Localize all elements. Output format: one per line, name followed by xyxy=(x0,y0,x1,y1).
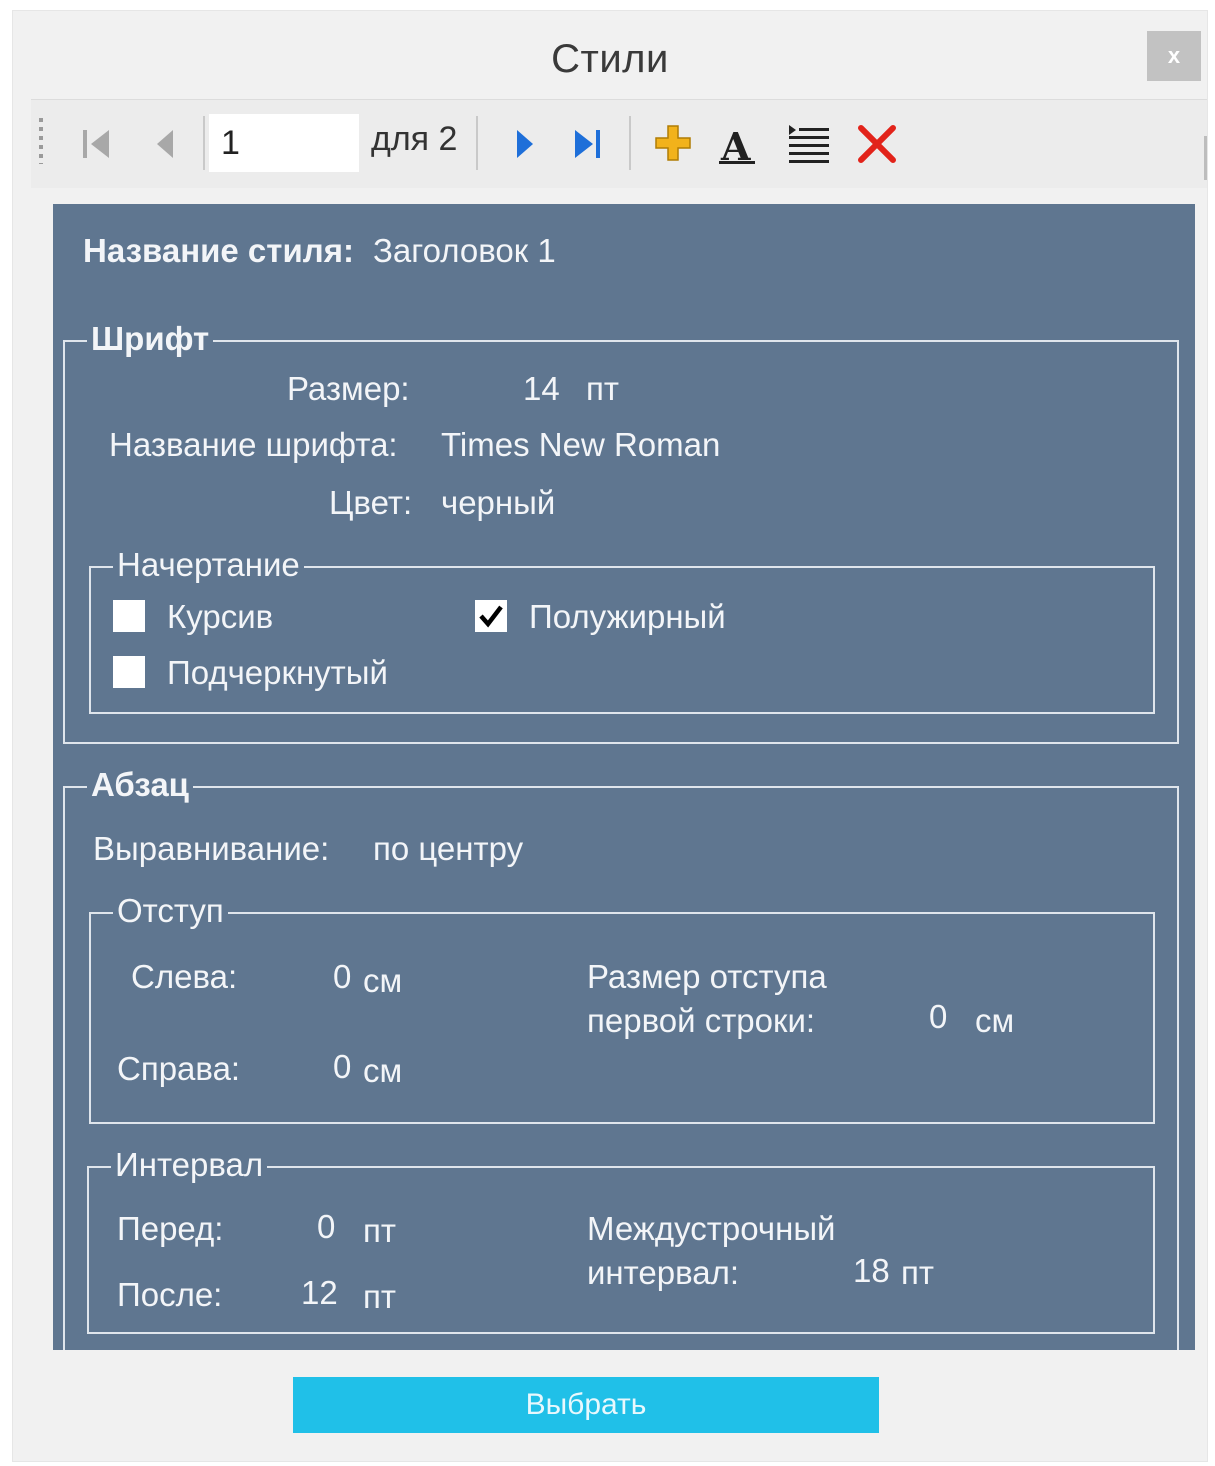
dialog-title: Стили xyxy=(551,37,669,81)
add-icon[interactable] xyxy=(647,114,699,172)
font-color-label: Цвет: xyxy=(329,484,413,521)
spacing-before-unit: пт xyxy=(363,1212,396,1249)
spacing-after-unit: пт xyxy=(363,1278,396,1315)
line-spacing-value: 18 xyxy=(853,1252,890,1289)
spacing-after-value: 12 xyxy=(301,1274,338,1311)
toolbar-separator xyxy=(629,116,631,170)
bold-checkbox[interactable] xyxy=(475,600,507,632)
font-color-value: черный xyxy=(441,484,556,521)
spacing-after-label: После: xyxy=(117,1276,223,1313)
line-spacing-label-1: Междустрочный xyxy=(587,1210,836,1247)
indent-right-value: 0 xyxy=(333,1048,352,1085)
style-name-label: Название стиля: xyxy=(83,232,354,269)
spacing-before-value: 0 xyxy=(317,1208,336,1245)
font-style-legend: Начертание xyxy=(113,546,304,584)
first-icon[interactable] xyxy=(71,114,123,172)
close-button[interactable]: x xyxy=(1147,31,1201,81)
styles-dialog: Стили x для 2 A xyxy=(12,10,1208,1462)
toolbar-separator xyxy=(203,116,205,170)
indent-right-label: Справа: xyxy=(117,1050,241,1087)
style-name-value: Заголовок 1 xyxy=(373,232,556,269)
font-size-unit: пт xyxy=(586,370,619,407)
indent-left-value: 0 xyxy=(333,958,352,995)
indent-left-unit: см xyxy=(363,962,403,999)
last-icon[interactable] xyxy=(561,114,613,172)
font-name-value: Times New Roman xyxy=(441,426,721,463)
first-line-value: 0 xyxy=(929,998,948,1035)
font-legend: Шрифт xyxy=(87,320,214,358)
select-button[interactable]: Выбрать xyxy=(293,1377,879,1433)
alignment-value: по центру xyxy=(373,830,524,867)
italic-label: Курсив xyxy=(167,598,274,635)
bold-label: Полужирный xyxy=(529,598,726,635)
font-name-label: Название шрифта: xyxy=(109,426,398,463)
paragraph-legend: Абзац xyxy=(87,766,193,804)
page-total-label: для 2 xyxy=(371,120,458,158)
first-line-label-2: первой строки: xyxy=(587,1002,816,1039)
spacing-before-label: Перед: xyxy=(117,1210,224,1247)
checkmark-icon xyxy=(479,605,503,628)
underline-label: Подчеркнутый xyxy=(167,654,388,691)
line-spacing-label-2: интервал: xyxy=(587,1254,740,1291)
navigation-toolbar: для 2 A xyxy=(31,99,1207,188)
first-line-label-1: Размер отступа xyxy=(587,958,827,995)
font-size-label: Размер: xyxy=(287,370,410,407)
italic-checkbox[interactable] xyxy=(113,600,145,632)
indent-legend: Отступ xyxy=(113,892,228,930)
font-size-value: 14 xyxy=(523,370,560,407)
delete-icon[interactable] xyxy=(851,114,903,172)
indent-right-unit: см xyxy=(363,1052,403,1089)
style-details-panel: Название стиля: Заголовок 1 Шрифт Размер… xyxy=(53,204,1195,1350)
next-icon[interactable] xyxy=(497,114,549,172)
line-spacing-unit: пт xyxy=(901,1254,934,1291)
paragraph-icon[interactable] xyxy=(783,114,835,172)
toolbar-grip[interactable] xyxy=(39,118,43,164)
toolbar-separator xyxy=(476,116,478,170)
alignment-label: Выравнивание: xyxy=(93,830,330,867)
spacing-legend: Интервал xyxy=(111,1146,268,1184)
prev-icon[interactable] xyxy=(139,114,191,172)
toolbar-edge xyxy=(1204,136,1207,180)
indent-left-label: Слева: xyxy=(131,958,238,995)
spacing-fieldset xyxy=(87,1166,1155,1334)
underline-checkbox[interactable] xyxy=(113,656,145,688)
font-icon[interactable]: A xyxy=(715,114,767,172)
first-line-unit: см xyxy=(975,1002,1015,1039)
page-number-input[interactable] xyxy=(209,114,359,172)
